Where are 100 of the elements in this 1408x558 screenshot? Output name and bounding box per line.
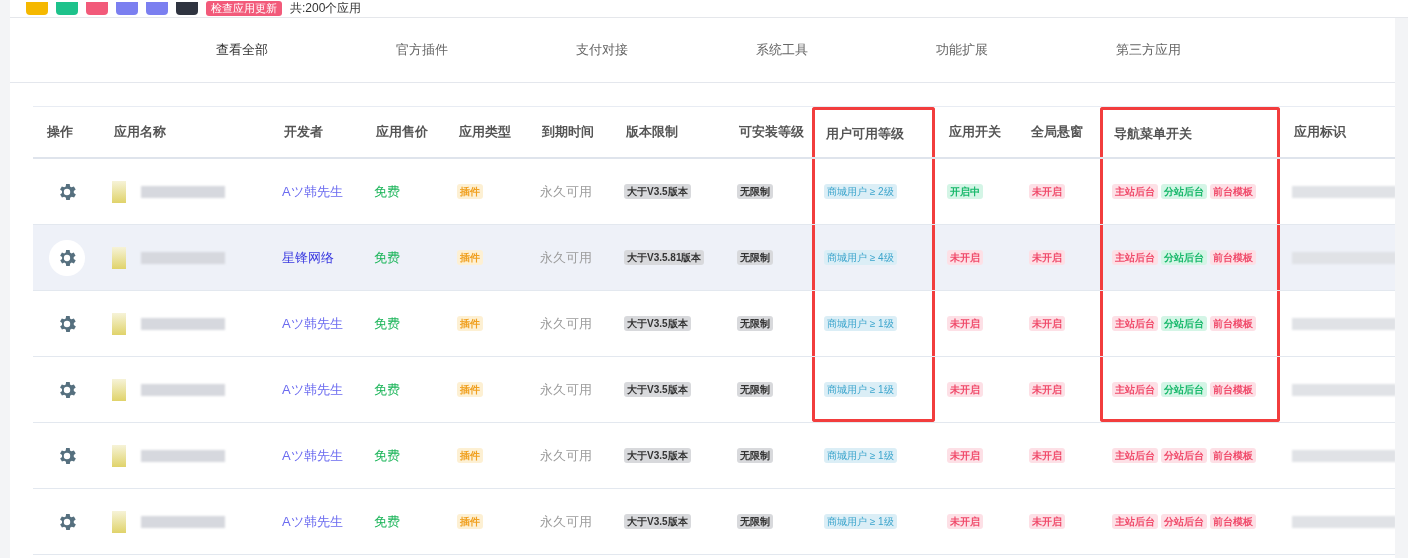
expiry-text: 永久可用: [540, 446, 592, 465]
column-header: 应用名称: [113, 123, 167, 141]
category-tab[interactable]: 系统工具: [742, 41, 922, 59]
status-tag: 未开启: [947, 316, 983, 331]
category-tab[interactable]: 支付对接: [562, 41, 742, 59]
developer-link[interactable]: Aツ韩先生: [282, 512, 343, 531]
status-tag: 开启中: [947, 184, 983, 199]
expiry-text: 永久可用: [540, 314, 592, 333]
developer-link[interactable]: Aツ韩先生: [282, 314, 343, 333]
table-row[interactable]: Aツ韩先生 免费 插件 永久可用 大于V3.5版本 无限制 商城用户 ≥ 1级 未开启 未开启 主站后台 分站后台 前台模板: [33, 291, 1395, 357]
column-header: 应用售价: [375, 123, 429, 141]
table-row[interactable]: Aツ韩先生 免费 插件 永久可用 大于V3.5版本 无限制 商城用户 ≥ 1级 未开启 未开启 主站后台 分站后台 前台模板: [33, 489, 1395, 555]
status-tag: 未开启: [1029, 514, 1065, 529]
nav-switch-tag: 主站后台: [1112, 382, 1158, 397]
user-level-tag: 商城用户 ≥ 1级: [824, 382, 897, 397]
nav-switch-tag: 主站后台: [1112, 184, 1158, 199]
nav-switch-tag: 分站后台: [1161, 382, 1207, 397]
column-header: 版本限制: [625, 123, 679, 141]
status-tag: 未开启: [1029, 184, 1065, 199]
nav-switch-tag: 前台模板: [1210, 250, 1256, 265]
column-header: 应用标识: [1293, 123, 1347, 141]
settings-icon[interactable]: [48, 239, 85, 276]
column-header: 操作: [46, 123, 74, 141]
status-tag: 未开启: [1029, 316, 1065, 331]
blurred-app-icon: [112, 180, 126, 203]
column-header: 用户可用等级: [812, 107, 935, 157]
developer-link[interactable]: Aツ韩先生: [282, 182, 343, 201]
category-tab[interactable]: 功能扩展: [922, 41, 1102, 59]
blurred-app-icon: [112, 378, 126, 401]
check-update-button[interactable]: 检查应用更新: [206, 1, 282, 16]
status-tag: 未开启: [1029, 448, 1065, 463]
nav-switch-tag: 分站后台: [1161, 250, 1207, 265]
install-level-tag: 无限制: [737, 514, 773, 529]
expiry-text: 永久可用: [540, 248, 592, 267]
blurred-app-icon: [112, 312, 126, 335]
price-text: 免费: [374, 380, 400, 399]
nav-switch-tag: 前台模板: [1210, 514, 1256, 529]
nav-switch-tag: 前台模板: [1210, 448, 1256, 463]
app-count: 共:200个应用: [290, 1, 362, 16]
expiry-text: 永久可用: [540, 512, 592, 531]
category-tab[interactable]: 官方插件: [382, 41, 562, 59]
user-level-tag: 商城用户 ≥ 1级: [824, 514, 897, 529]
app-icon[interactable]: [176, 2, 198, 15]
version-tag: 大于V3.5版本: [624, 448, 691, 463]
user-level-tag: 商城用户 ≥ 2级: [824, 184, 897, 199]
nav-switch-tag: 主站后台: [1112, 250, 1158, 265]
expiry-text: 永久可用: [540, 182, 592, 201]
nav-switch-tag: 主站后台: [1112, 514, 1158, 529]
column-header: 导航菜单开关: [1100, 107, 1280, 157]
developer-link[interactable]: Aツ韩先生: [282, 380, 343, 399]
type-tag: 插件: [457, 316, 483, 331]
column-header: 可安装等级: [738, 123, 805, 141]
table-row[interactable]: 星锋网络 免费 插件 永久可用 大于V3.5.81版本 无限制 商城用户 ≥ 4级 未开启 未开启 主站后台 分站后台 前台模板: [33, 225, 1395, 291]
blurred-app-icon: [112, 246, 126, 269]
table-row[interactable]: Aツ韩先生 免费 插件 永久可用 大于V3.5版本 无限制 商城用户 ≥ 1级 未开启 未开启 主站后台 分站后台 前台模板: [33, 357, 1395, 423]
version-tag: 大于V3.5.81版本: [624, 250, 705, 265]
version-tag: 大于V3.5版本: [624, 514, 691, 529]
status-tag: 未开启: [947, 250, 983, 265]
user-level-tag: 商城用户 ≥ 1级: [824, 316, 897, 331]
type-tag: 插件: [457, 382, 483, 397]
column-header: 全局悬窗: [1030, 123, 1084, 141]
status-tag: 未开启: [947, 448, 983, 463]
install-level-tag: 无限制: [737, 250, 773, 265]
nav-switch-tag: 前台模板: [1210, 184, 1256, 199]
expiry-text: 永久可用: [540, 380, 592, 399]
column-header: 应用开关: [948, 123, 1002, 141]
price-text: 免费: [374, 446, 400, 465]
blurred-app-icon: [112, 444, 126, 467]
type-tag: 插件: [457, 448, 483, 463]
version-tag: 大于V3.5版本: [624, 184, 691, 199]
price-text: 免费: [374, 512, 400, 531]
nav-switch-tag: 分站后台: [1161, 514, 1207, 529]
category-tab[interactable]: 第三方应用: [1102, 41, 1282, 59]
install-level-tag: 无限制: [737, 184, 773, 199]
nav-switch-tag: 前台模板: [1210, 316, 1256, 331]
blurred-app-icon: [112, 510, 126, 533]
version-tag: 大于V3.5版本: [624, 316, 691, 331]
price-text: 免费: [374, 248, 400, 267]
status-tag: 未开启: [1029, 382, 1065, 397]
install-level-tag: 无限制: [737, 382, 773, 397]
price-text: 免费: [374, 182, 400, 201]
install-level-tag: 无限制: [737, 316, 773, 331]
type-tag: 插件: [457, 250, 483, 265]
column-header: 开发者: [283, 123, 324, 141]
type-tag: 插件: [457, 184, 483, 199]
column-header: 到期时间: [541, 123, 595, 141]
type-tag: 插件: [457, 514, 483, 529]
category-tab[interactable]: 查看全部: [202, 41, 382, 59]
price-text: 免费: [374, 314, 400, 333]
user-level-tag: 商城用户 ≥ 1级: [824, 448, 897, 463]
table-row[interactable]: Aツ韩先生 免费 插件 永久可用 大于V3.5版本 无限制 商城用户 ≥ 1级 未开启 未开启 主站后台 分站后台 前台模板: [33, 423, 1395, 489]
nav-switch-tag: 分站后台: [1161, 316, 1207, 331]
developer-link[interactable]: 星锋网络: [282, 248, 334, 267]
nav-switch-tag: 前台模板: [1210, 382, 1256, 397]
developer-link[interactable]: Aツ韩先生: [282, 446, 343, 465]
nav-switch-tag: 主站后台: [1112, 448, 1158, 463]
status-tag: 未开启: [947, 382, 983, 397]
user-level-tag: 商城用户 ≥ 4级: [824, 250, 897, 265]
nav-switch-tag: 分站后台: [1161, 184, 1207, 199]
column-header: 应用类型: [458, 123, 512, 141]
